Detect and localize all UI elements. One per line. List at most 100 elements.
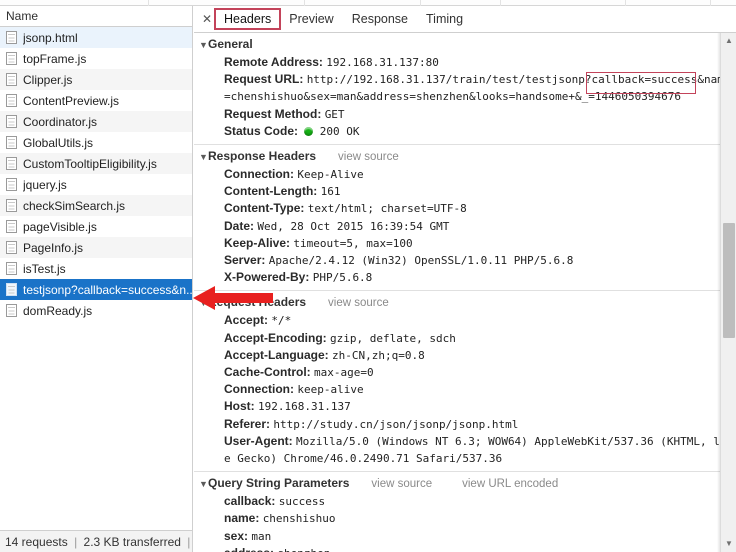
chevron-down-icon[interactable]: ▼ — [199, 37, 208, 54]
row-key: address: — [224, 546, 274, 552]
status-bar: 14 requests | 2.3 KB transferred | ... — [0, 530, 209, 552]
view-source-link[interactable]: view source — [328, 295, 389, 312]
row-value: Wed, 28 Oct 2015 16:39:54 GMT — [257, 219, 450, 233]
request-list-item[interactable]: pageVisible.js — [0, 216, 192, 237]
request-header-row: Referer: http://study.cn/json/jsonp/json… — [194, 416, 736, 433]
section-general-header[interactable]: ▼ General — [194, 36, 736, 54]
request-list[interactable]: jsonp.html topFrame.js Clipper.js ContentPr… — [0, 27, 192, 321]
request-list-item[interactable]: jsonp.html — [0, 27, 192, 48]
request-header-row: Cache-Control: max-age=0 — [194, 364, 736, 381]
request-list-item-label: jsonp.html — [23, 30, 78, 45]
row-value: timeout=5, max=100 — [293, 236, 413, 250]
row-value: 200 OK — [319, 124, 360, 138]
request-list-item[interactable]: testjsonp?callback=success&n.. — [0, 279, 192, 300]
row-value: success — [278, 495, 326, 509]
close-icon[interactable]: ✕ — [198, 12, 216, 26]
scrollbar-thumb[interactable] — [723, 223, 735, 338]
section-query-string-header[interactable]: ▼ Query String Parameters view source vi… — [194, 475, 736, 493]
request-list-item[interactable]: PageInfo.js — [0, 237, 192, 258]
response-header-row: Date: Wed, 28 Oct 2015 16:39:54 GMT — [194, 218, 736, 235]
request-header-row: Accept-Language: zh-CN,zh;q=0.8 — [194, 347, 736, 364]
row-value: keep-alive — [297, 383, 364, 397]
row-key: name: — [224, 511, 260, 526]
document-icon — [6, 220, 17, 233]
tab-preview[interactable]: Preview — [281, 10, 341, 28]
query-string-row: address: shenzhen — [194, 545, 736, 552]
section-general-title: General — [208, 37, 253, 51]
chevron-down-icon[interactable]: ▼ — [199, 295, 208, 312]
scroll-up-icon[interactable]: ▲ — [721, 33, 736, 49]
document-icon — [6, 115, 17, 128]
row-value: zh-CN,zh;q=0.8 — [332, 348, 425, 362]
query-string-row: sex: man — [194, 528, 736, 545]
row-key: callback: — [224, 494, 276, 509]
details-scrollbar[interactable]: ▲ ▼ — [720, 33, 736, 552]
tab-headers[interactable]: Headers — [213, 8, 282, 30]
request-list-item[interactable]: Clipper.js — [0, 69, 192, 90]
view-source-link[interactable]: view source — [371, 476, 432, 493]
view-url-encoded-link[interactable]: view URL encoded — [462, 476, 558, 493]
section-query-string: ▼ Query String Parameters view source vi… — [194, 472, 736, 552]
request-list-item-label: Coordinator.js — [23, 114, 98, 129]
tab-timing[interactable]: Timing — [418, 10, 471, 28]
request-list-item-label: checkSimSearch.js — [23, 198, 126, 213]
column-header-name[interactable]: Name — [0, 6, 192, 27]
row-key: Request Method: — [224, 106, 322, 121]
view-source-link[interactable]: view source — [338, 149, 399, 166]
request-list-item[interactable]: topFrame.js — [0, 48, 192, 69]
request-header-row: Accept-Encoding: gzip, deflate, sdch — [194, 330, 736, 347]
row-value: chenshishuo — [262, 512, 336, 526]
document-icon — [6, 73, 17, 86]
row-key: Host: — [224, 399, 255, 414]
request-list-item[interactable]: checkSimSearch.js — [0, 195, 192, 216]
scroll-down-icon[interactable]: ▼ — [721, 536, 736, 552]
response-header-row: Content-Length: 161 — [194, 183, 736, 200]
row-value: Apache/2.4.12 (Win32) OpenSSL/1.0.11 PHP… — [268, 254, 574, 268]
request-list-item-label: GlobalUtils.js — [23, 135, 94, 150]
row-key: Cache-Control: — [224, 365, 311, 380]
document-icon — [6, 178, 17, 191]
section-request-headers-header[interactable]: ▼ Request Headers view source — [194, 294, 736, 312]
row-value: Keep-Alive — [297, 168, 364, 182]
request-header-row: Accept: */* — [194, 312, 736, 329]
row-key: Remote Address: — [224, 55, 323, 69]
response-headers-rows: Connection: Keep-Alive Content-Length: 16… — [194, 166, 736, 286]
tab-response[interactable]: Response — [344, 10, 416, 28]
status-ok-icon — [304, 126, 314, 136]
section-response-headers-header[interactable]: ▼ Response Headers view source — [194, 148, 736, 166]
request-list-item[interactable]: isTest.js — [0, 258, 192, 279]
response-header-row: Connection: Keep-Alive — [194, 166, 736, 183]
row-key: User-Agent: — [224, 433, 293, 448]
document-icon — [6, 52, 17, 65]
response-header-row: X-Powered-By: PHP/5.6.8 — [194, 269, 736, 286]
request-list-item[interactable]: Coordinator.js — [0, 111, 192, 132]
request-list-item[interactable]: GlobalUtils.js — [0, 132, 192, 153]
row-value: shenzhen — [277, 547, 330, 552]
row-key: Accept: — [224, 313, 269, 328]
request-list-panel: Name jsonp.html topFrame.js Clipper.js Cont… — [0, 6, 193, 552]
devtools-network-panel: Name jsonp.html topFrame.js Clipper.js Cont… — [0, 0, 736, 552]
request-list-item-label: pageVisible.js — [23, 219, 97, 234]
chevron-down-icon[interactable]: ▼ — [199, 149, 208, 166]
row-key: Keep-Alive: — [224, 235, 291, 250]
row-key: Connection: — [224, 382, 294, 397]
request-list-item[interactable]: domReady.js — [0, 300, 192, 321]
row-key: Accept-Language: — [224, 347, 329, 362]
row-key: Status Code: — [224, 123, 299, 138]
chevron-down-icon[interactable]: ▼ — [199, 476, 208, 493]
row-value: */* — [271, 314, 292, 328]
query-string-row: name: chenshishuo — [194, 510, 736, 527]
request-headers-rows: Accept: */* Accept-Encoding: gzip, deflat… — [194, 312, 736, 467]
row-key: Server: — [224, 253, 266, 268]
request-list-item[interactable]: jquery.js — [0, 174, 192, 195]
row-value: man — [251, 529, 272, 543]
query-string-row: callback: success — [194, 493, 736, 510]
request-list-item-label: topFrame.js — [23, 51, 87, 66]
document-icon — [6, 199, 17, 212]
request-list-item[interactable]: ContentPreview.js — [0, 90, 192, 111]
details-tabstrip: ✕ Headers Preview Response Timing — [194, 6, 736, 33]
general-row: Remote Address: 192.168.31.137:80 — [194, 54, 736, 71]
document-icon — [6, 31, 17, 44]
request-list-item-label: ContentPreview.js — [23, 93, 120, 108]
request-list-item[interactable]: CustomTooltipEligibility.js — [0, 153, 192, 174]
